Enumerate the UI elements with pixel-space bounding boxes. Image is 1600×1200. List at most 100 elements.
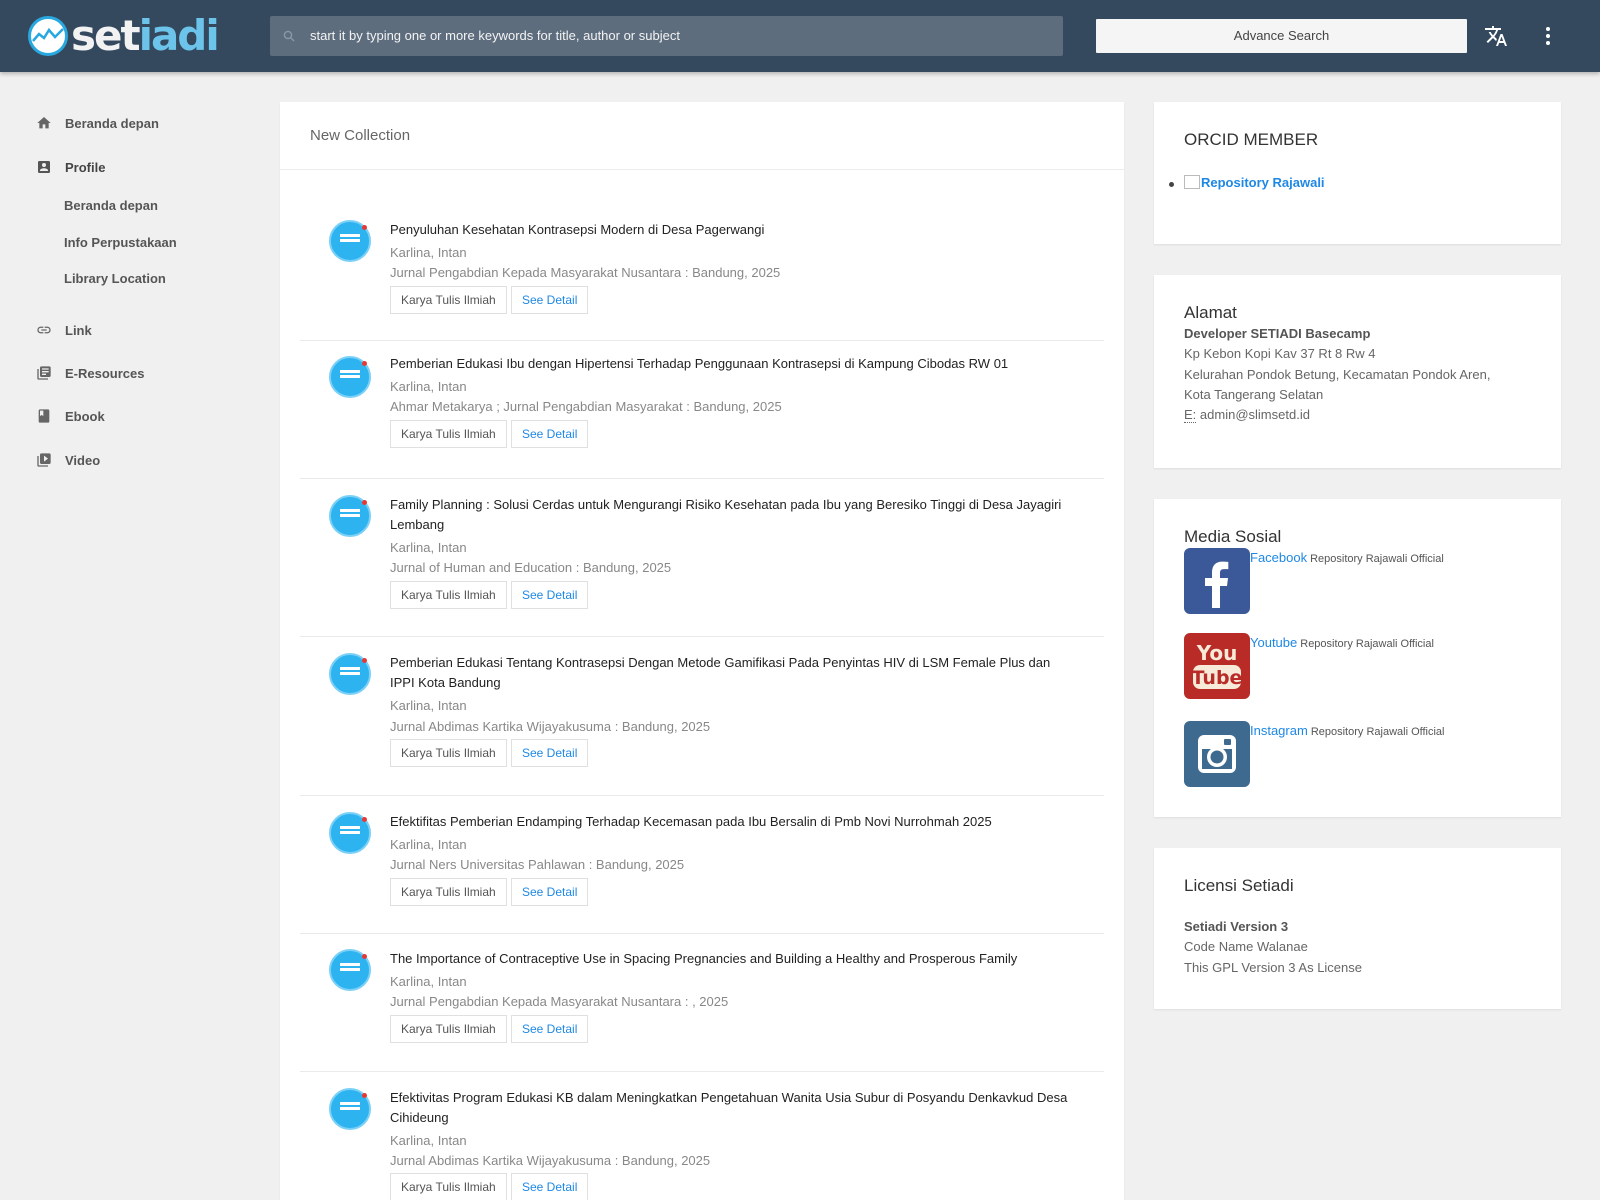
youtube-link[interactable]: Youtube Repository Rajawali Official	[1250, 635, 1434, 650]
item-author[interactable]: Karlina, Intan	[390, 538, 467, 558]
youtube-label: Youtube	[1250, 635, 1298, 650]
youtube-icon[interactable]: You Tube	[1184, 633, 1250, 699]
email-label: E:	[1184, 407, 1197, 423]
see-detail-button[interactable]: See Detail	[511, 286, 589, 314]
collection-item: Pemberian Edukasi Tentang Kontrasepsi De…	[300, 638, 1104, 796]
sidebar-item-link[interactable]: Link	[36, 320, 92, 340]
sidebar-item-label: Video	[65, 452, 101, 468]
sidebar-subitem-info-perpustakaan[interactable]: Info Perpustakaan	[64, 235, 177, 250]
license-title: Licensi Setiadi	[1184, 876, 1294, 895]
address-title: Alamat	[1184, 303, 1237, 322]
book-cover-icon	[329, 495, 371, 537]
see-detail-button[interactable]: See Detail	[511, 878, 589, 906]
sidebar-item-label: Link	[65, 322, 92, 338]
orcid-panel: ORCID MEMBER Repository Rajawali	[1154, 102, 1561, 244]
instagram-account: Repository Rajawali Official	[1310, 726, 1445, 738]
item-publisher: Jurnal Pengabdian Kepada Masyarakat Nusa…	[390, 265, 781, 280]
logo-mark-icon	[28, 16, 68, 56]
item-type-tag[interactable]: Karya Tulis Ilmiah	[390, 878, 507, 906]
item-type-tag[interactable]: Karya Tulis Ilmiah	[390, 1015, 507, 1043]
email-value: admin@slimsetd.id	[1199, 407, 1310, 422]
sidebar-item-home[interactable]: Beranda depan	[36, 113, 159, 133]
facebook-label: Facebook	[1250, 550, 1308, 565]
broken-image-icon	[1184, 175, 1200, 189]
panel-title: New Collection	[280, 102, 1124, 170]
address-email: E: admin@slimsetd.id	[1184, 405, 1310, 425]
profile-icon	[38, 161, 50, 173]
see-detail-button[interactable]: See Detail	[511, 581, 589, 609]
new-collection-panel: New Collection Penyuluhan Kesehatan Kont…	[280, 102, 1124, 1200]
see-detail-button[interactable]: See Detail	[511, 1015, 589, 1043]
sidebar-item-label: Beranda depan	[65, 115, 159, 131]
item-author[interactable]: Karlina, Intan	[390, 835, 467, 855]
item-author[interactable]: Karlina, Intan	[390, 243, 467, 263]
facebook-icon[interactable]	[1184, 548, 1250, 614]
item-publisher: Jurnal Ners Universitas Pahlawan : Bandu…	[390, 857, 685, 872]
svg-text:Tube: Tube	[1192, 667, 1243, 689]
sidebar-item-video[interactable]: Video	[36, 450, 100, 470]
item-publisher: Jurnal Abdimas Kartika Wijayakusuma : Ba…	[390, 1153, 711, 1168]
item-author[interactable]: Karlina, Intan	[390, 972, 467, 992]
item-author[interactable]: Karlina, Intan	[390, 377, 467, 397]
more-vert-icon[interactable]	[1540, 24, 1556, 48]
sidebar-subitem-library-location[interactable]: Library Location	[64, 271, 166, 286]
search-input[interactable]: start it by typing one or more keywords …	[270, 16, 1063, 56]
address-line: Kelurahan Pondok Betung, Kecamatan Pondo…	[1184, 367, 1491, 382]
video-library-icon	[37, 453, 51, 467]
collection-item: Efektifitas Pemberian Endamping Terhadap…	[300, 797, 1104, 934]
orcid-title: ORCID MEMBER	[1184, 130, 1319, 149]
book-cover-icon	[329, 653, 371, 695]
address-panel: Alamat Developer SETIADI Basecamp Kp Keb…	[1154, 275, 1561, 468]
item-type-tag[interactable]: Karya Tulis Ilmiah	[390, 1173, 507, 1200]
collection-item: Pemberian Edukasi Ibu dengan Hipertensi …	[300, 342, 1104, 479]
license-codename: Code Name Walanae	[1184, 939, 1308, 954]
book-cover-icon	[329, 949, 371, 991]
orcid-repository-link[interactable]: Repository Rajawali	[1184, 175, 1325, 190]
item-author[interactable]: Karlina, Intan	[390, 1131, 467, 1151]
sidebar-item-e-resources[interactable]: E-Resources	[36, 363, 144, 383]
instagram-link[interactable]: Instagram Repository Rajawali Official	[1250, 723, 1445, 738]
item-type-tag[interactable]: Karya Tulis Ilmiah	[390, 739, 507, 767]
item-title[interactable]: Pemberian Edukasi Tentang Kontrasepsi De…	[390, 653, 1070, 693]
collection-item: Family Planning : Solusi Cerdas untuk Me…	[300, 480, 1104, 637]
see-detail-button[interactable]: See Detail	[511, 739, 589, 767]
top-navbar: setiadi start it by typing one or more k…	[0, 0, 1600, 72]
item-author[interactable]: Karlina, Intan	[390, 696, 467, 716]
book-cover-icon	[329, 1088, 371, 1130]
book-cover-icon	[329, 220, 371, 262]
instagram-label: Instagram	[1250, 723, 1308, 738]
item-type-tag[interactable]: Karya Tulis Ilmiah	[390, 420, 507, 448]
item-title[interactable]: Efektifitas Pemberian Endamping Terhadap…	[390, 812, 1070, 832]
youtube-account: Repository Rajawali Official	[1300, 638, 1434, 650]
license-version: Setiadi Version 3	[1184, 919, 1289, 934]
item-title[interactable]: The Importance of Contraceptive Use in S…	[390, 949, 1070, 969]
item-title[interactable]: Penyuluhan Kesehatan Kontrasepsi Modern …	[390, 220, 1070, 240]
sidebar-item-profile[interactable]: Profile	[36, 157, 105, 177]
orcid-link-label: Repository Rajawali	[1201, 175, 1325, 190]
sidebar-item-ebook[interactable]: Ebook	[36, 406, 105, 426]
facebook-account: Repository Rajawali Official	[1310, 553, 1444, 565]
sidebar-item-label: E-Resources	[65, 365, 145, 381]
address-name: Developer SETIADI Basecamp	[1184, 326, 1371, 341]
item-title[interactable]: Pemberian Edukasi Ibu dengan Hipertensi …	[390, 354, 1070, 374]
see-detail-button[interactable]: See Detail	[511, 420, 589, 448]
advance-search-button[interactable]: Advance Search	[1096, 19, 1467, 53]
item-title[interactable]: Family Planning : Solusi Cerdas untuk Me…	[390, 495, 1070, 535]
site-logo[interactable]: setiadi	[28, 15, 220, 57]
social-title: Media Sosial	[1184, 527, 1282, 546]
see-detail-button[interactable]: See Detail	[511, 1173, 589, 1200]
social-media-panel: Media Sosial Facebook Repository Rajawali…	[1154, 499, 1561, 817]
item-publisher: Ahmar Metakarya ; Jurnal Pengabdian Masy…	[390, 399, 782, 414]
instagram-icon[interactable]	[1184, 721, 1250, 787]
collection-item: The Importance of Contraceptive Use in S…	[300, 935, 1104, 1072]
license-panel: Licensi Setiadi Setiadi Version 3 Code N…	[1154, 848, 1561, 1009]
facebook-link[interactable]: Facebook Repository Rajawali Official	[1250, 550, 1444, 565]
item-type-tag[interactable]: Karya Tulis Ilmiah	[390, 286, 507, 314]
sidebar-subitem-beranda[interactable]: Beranda depan	[64, 198, 158, 213]
translate-icon[interactable]	[1484, 24, 1508, 48]
item-title[interactable]: Efektivitas Program Edukasi KB dalam Men…	[390, 1088, 1070, 1128]
book-icon	[38, 409, 50, 423]
library-books-icon	[37, 366, 51, 380]
address-line: Kota Tangerang Selatan	[1184, 387, 1324, 402]
item-type-tag[interactable]: Karya Tulis Ilmiah	[390, 581, 507, 609]
